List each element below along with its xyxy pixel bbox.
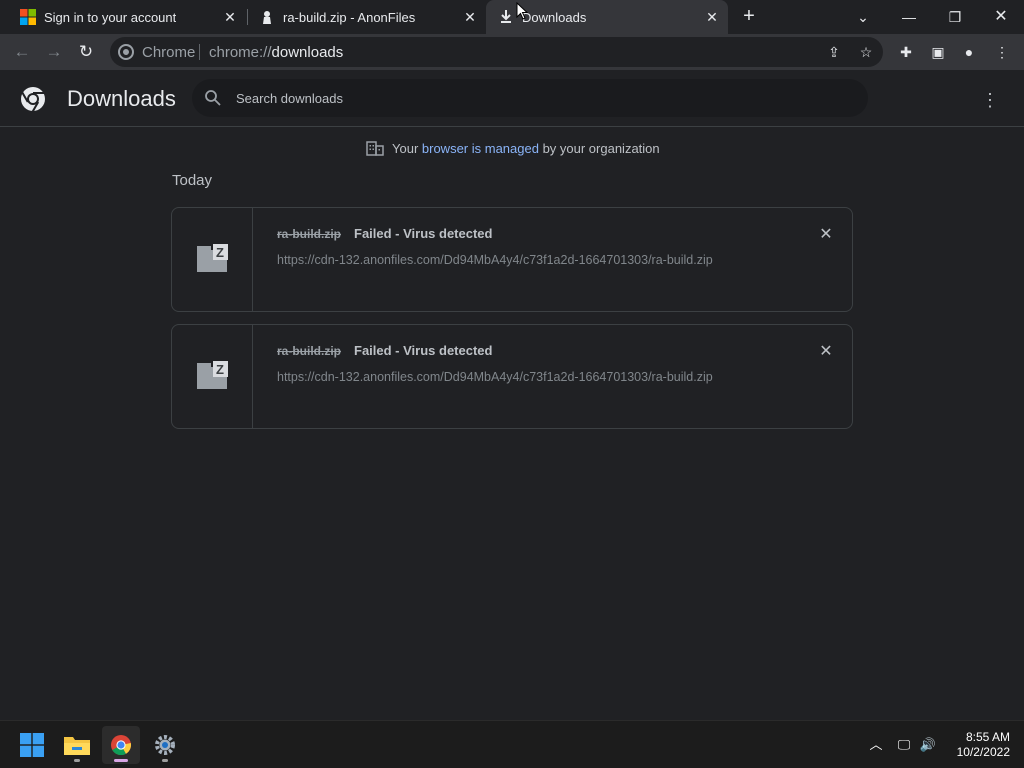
chrome-icon [118,44,134,60]
tab-search-chevron-icon[interactable]: ⌄ [850,4,876,30]
date-section-heading: Today [172,172,213,189]
building-icon [366,141,384,156]
managed-link[interactable]: browser is managed [422,141,539,156]
back-button[interactable]: ← [10,40,34,64]
omnibox-chip-label: Chrome [142,44,196,61]
managed-banner: Your browser is managed by your organiza… [366,140,660,156]
clock-date: 10/2/2022 [956,745,1010,759]
remove-from-list-icon[interactable]: ✕ [816,225,836,245]
download-url[interactable]: https://cdn-132.anonfiles.com/Dd94MbA4y4… [277,370,713,384]
network-icon[interactable]: 🖵 [894,735,914,755]
mouse-cursor-icon [516,2,528,20]
window-close-button[interactable]: ✕ [988,4,1014,30]
download-filename: ra-build.zip [277,344,341,358]
close-icon[interactable]: ✕ [462,9,478,25]
chrome-icon [111,735,132,756]
search-input[interactable] [236,79,836,117]
download-item: Z ra-build.zip Failed - Virus detected h… [171,207,853,312]
extensions-puzzle-icon[interactable]: ✚ [896,42,916,62]
start-button[interactable] [13,726,51,764]
side-panel-icon[interactable]: ▣ [928,42,948,62]
folder-icon [64,737,90,755]
remove-from-list-icon[interactable]: ✕ [816,342,836,362]
svg-text:Z: Z [216,362,224,377]
running-indicator [74,759,80,762]
new-tab-button[interactable]: + [738,6,760,28]
page-title: Downloads [67,86,176,111]
restore-button[interactable]: ❐ [942,4,968,30]
search-box[interactable] [192,79,868,117]
microsoft-icon [20,9,36,25]
running-indicator [162,759,168,762]
gear-icon [155,735,175,755]
address-bar[interactable]: Chrome chrome://downloads ⇪ ☆ [110,37,883,67]
url-text[interactable]: chrome://downloads [209,44,343,61]
svg-text:Z: Z [216,245,224,260]
forward-button[interactable]: → [42,40,66,64]
download-filename: ra-build.zip [277,227,341,241]
volume-icon[interactable]: 🔊 [918,735,938,755]
tab-title: Sign in to your account [44,10,177,25]
zip-file-icon: Z [197,361,228,389]
managed-text-prefix: Your [392,140,422,156]
profile-icon[interactable]: ● [959,42,979,62]
file-explorer-button[interactable] [58,726,96,764]
chrome-logo-icon [21,87,45,112]
share-icon[interactable]: ⇪ [825,43,843,61]
tab-title: Downloads [522,10,587,25]
downloads-header: Downloads ⋮ [0,70,1024,127]
windows-logo-icon [20,733,44,757]
running-indicator [114,759,128,762]
download-item: Z ra-build.zip Failed - Virus detected h… [171,324,853,429]
zip-file-icon: Z [197,244,228,272]
chrome-taskbar-button[interactable] [102,726,140,764]
chrome-menu-icon[interactable]: ⋮ [992,42,1012,62]
tab-sign-in[interactable]: Sign in to your account ✕ [0,0,246,34]
managed-text-suffix: by your organization [538,140,660,156]
bookmark-star-icon[interactable]: ☆ [857,43,875,61]
close-icon[interactable]: ✕ [222,9,238,25]
download-status: Failed - Virus detected [354,226,493,241]
system-clock[interactable]: 8:55 AM 10/2/2022 [946,730,1010,760]
taskbar: ︿ 🖵 🔊 8:55 AM 10/2/2022 [0,720,1024,768]
tab-title: ra-build.zip - AnonFiles [283,10,416,25]
search-icon [205,90,221,106]
download-status: Failed - Virus detected [354,343,493,358]
browser-toolbar: ← → ↻ Chrome chrome://downloads ⇪ ☆ ✚ ▣ … [0,34,1024,70]
file-icon-column: Z [172,325,253,428]
more-options-icon[interactable]: ⋮ [978,88,1002,112]
settings-taskbar-button[interactable] [146,726,184,764]
close-icon[interactable]: ✕ [704,9,720,25]
file-icon-column: Z [172,208,253,311]
omnibox-divider [199,44,200,60]
tab-strip: Sign in to your account ✕ ra-build.zip -… [0,0,1024,34]
anonfiles-icon [263,11,271,24]
download-icon [501,10,511,23]
minimize-button[interactable]: — [896,4,922,30]
show-hidden-icons-chevron[interactable]: ︿ [866,735,886,755]
download-url[interactable]: https://cdn-132.anonfiles.com/Dd94MbA4y4… [277,253,713,267]
clock-time: 8:55 AM [965,730,1010,744]
tab-anonfiles[interactable]: ra-build.zip - AnonFiles ✕ [248,0,486,34]
reload-button[interactable]: ↻ [74,40,98,64]
